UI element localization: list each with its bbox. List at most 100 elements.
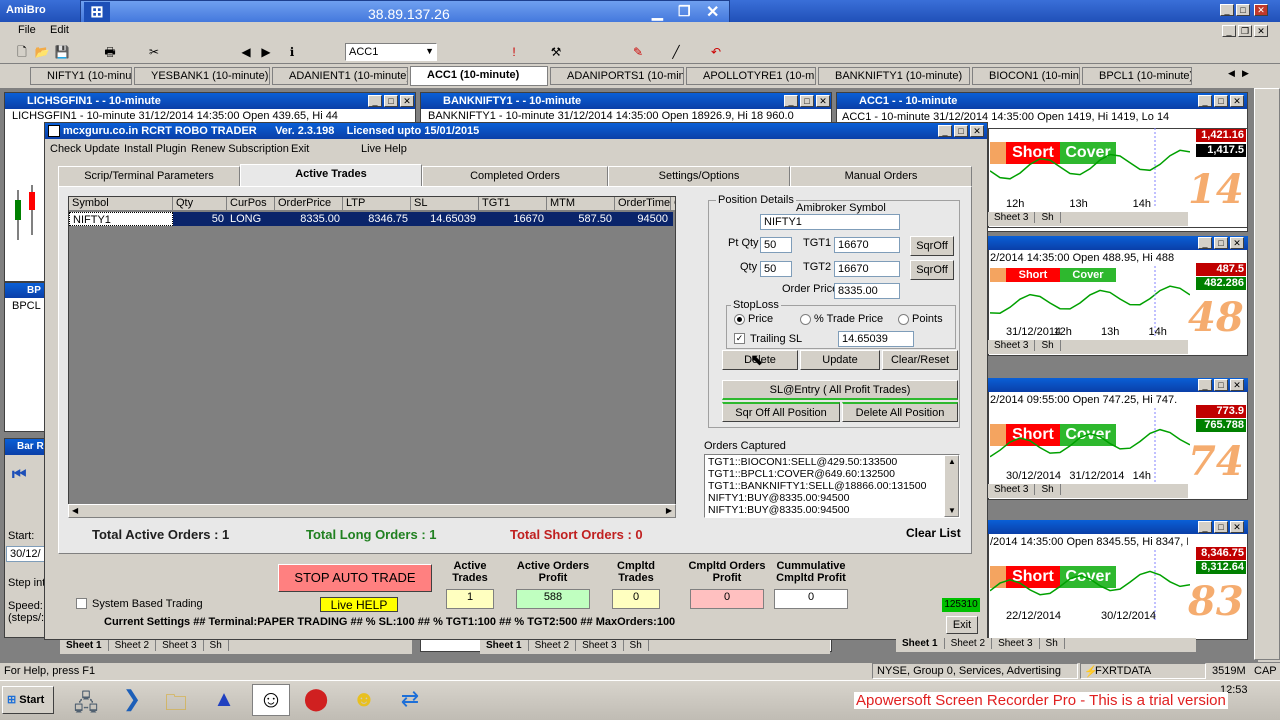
live-help-button[interactable]: Live HELP xyxy=(320,597,398,612)
sheet-tab[interactable]: Sh xyxy=(1035,484,1061,495)
doc-tab[interactable]: APOLLOTYRE1 (10-minute) xyxy=(686,67,816,85)
trailing-sl-checkbox[interactable]: ✓ xyxy=(734,333,745,344)
sheet-tab-2[interactable]: Sheet 2 xyxy=(528,640,577,651)
grid-column-header[interactable]: C xyxy=(671,197,675,211)
sheet-tab-4[interactable]: Sh xyxy=(203,640,229,651)
clear-reset-button[interactable]: Clear/Reset xyxy=(882,350,958,370)
acc-close-button[interactable]: ✕ xyxy=(1230,95,1244,107)
doc-tab[interactable]: ACC1 (10-minute) xyxy=(410,66,548,86)
doc-tab[interactable]: NIFTY1 (10-minute) xyxy=(30,67,132,85)
sheet-tab-4[interactable]: Sh xyxy=(623,640,649,651)
remote-close-icon[interactable]: ✕ xyxy=(706,2,719,22)
list-item[interactable]: NIFTY1:BUY@8335.00:94500 xyxy=(708,492,956,504)
sheet-tab-2[interactable]: Sheet 2 xyxy=(944,638,993,649)
line-icon[interactable]: ╱ xyxy=(668,44,684,60)
chart2-sheet-tabs[interactable]: Sheet 3 Sh xyxy=(988,340,1188,354)
tab-scroll-left-icon[interactable]: ◀ xyxy=(1228,68,1235,79)
acc-sheet-tabs[interactable]: Sheet 3 Sh xyxy=(988,212,1188,226)
sqroff-tgt2-button[interactable]: SqrOff xyxy=(910,260,954,280)
start-field[interactable]: 30/12/ xyxy=(6,546,46,562)
grid-column-header[interactable]: MTM xyxy=(547,197,615,211)
banknifty-close-button[interactable]: ✕ xyxy=(816,95,830,107)
tgt1-field[interactable]: 16670 xyxy=(834,237,900,253)
sl-points-radio[interactable] xyxy=(898,314,909,325)
tab-manual-orders[interactable]: Manual Orders xyxy=(790,166,972,186)
robo-maximize-button[interactable]: □ xyxy=(954,125,968,137)
menu-file[interactable]: File xyxy=(18,24,36,36)
scroll-up-icon[interactable]: ▲ xyxy=(948,457,956,466)
order-price-field[interactable]: 8335.00 xyxy=(834,283,900,299)
chart2-maximize-button[interactable]: □ xyxy=(1214,237,1228,249)
list-item[interactable]: NIFTY1:BUY@8335.00:94500 xyxy=(708,504,956,516)
list-item[interactable]: TGT1::BANKNIFTY1:SELL@18866.00:131500 xyxy=(708,480,956,492)
open-icon[interactable]: 📂 xyxy=(34,44,50,60)
list-item[interactable]: TGT1::BPCL1:COVER@649.60:132500 xyxy=(708,468,956,480)
lichsgfin-close-button[interactable]: ✕ xyxy=(400,95,414,107)
chart4-maximize-button[interactable]: □ xyxy=(1214,521,1228,533)
robo-menu-renew-subscription[interactable]: Renew Subscription xyxy=(191,143,289,155)
grid-column-header[interactable]: CurPos xyxy=(227,197,275,211)
scroll-right-icon[interactable]: ▶ xyxy=(666,506,672,515)
tab-settings-options[interactable]: Settings/Options xyxy=(608,166,790,186)
sheet-tab[interactable]: Sh xyxy=(1035,212,1061,223)
back-icon[interactable]: ◀ xyxy=(238,44,254,60)
sheet-tab-1[interactable]: Sheet 1 xyxy=(896,638,945,649)
bar-replay-title[interactable]: Bar R xyxy=(5,439,47,455)
sheet-tab[interactable]: Sheet 3 xyxy=(988,484,1036,495)
forward-icon[interactable]: ▶ xyxy=(258,44,274,60)
grid-column-header[interactable]: OrderPrice xyxy=(275,197,343,211)
sheet-tab[interactable]: Sheet 3 xyxy=(988,340,1036,351)
grid-horizontal-scrollbar[interactable]: ◀ ▶ xyxy=(68,504,676,518)
app-minimize-button[interactable]: _ xyxy=(1220,4,1234,16)
robo-close-button[interactable]: ✕ xyxy=(970,125,984,137)
chart3-minimize-button[interactable]: _ xyxy=(1198,379,1212,391)
grid-column-header[interactable]: Symbol xyxy=(69,197,173,211)
sl-trade-price-radio[interactable] xyxy=(800,314,811,325)
info-icon[interactable]: ℹ xyxy=(284,44,300,60)
pt-qty-field[interactable]: 50 xyxy=(760,237,792,253)
taskbar-app-emoji-icon[interactable]: ☻ xyxy=(348,686,380,714)
doc-tab[interactable]: YESBANK1 (10-minute) xyxy=(134,67,270,85)
banknifty-title[interactable]: BANKNIFTY1 - - 10-minute xyxy=(421,93,831,109)
chevron-down-icon[interactable]: ▼ xyxy=(425,46,434,56)
app-maximize-button[interactable]: □ xyxy=(1236,4,1250,16)
grid-column-header[interactable]: TGT1 xyxy=(479,197,547,211)
cut-icon[interactable]: ✂ xyxy=(146,44,162,60)
taskbar-app-teamviewer-icon[interactable]: ⇄ xyxy=(394,686,426,714)
grid-column-header[interactable]: OrderTime xyxy=(615,197,671,211)
doc-minimize-button[interactable]: _ xyxy=(1222,25,1236,37)
sheet-tab-2[interactable]: Sheet 2 xyxy=(108,640,157,651)
grid-column-header[interactable]: SL xyxy=(411,197,479,211)
trailing-sl-field[interactable]: 14.65039 xyxy=(838,331,914,347)
sheet-tab[interactable]: Sheet 3 xyxy=(988,212,1036,223)
robo-menu-exit[interactable]: Exit xyxy=(291,143,309,155)
doc-tab[interactable]: BANKNIFTY1 (10-minute) xyxy=(818,67,970,85)
banknifty-maximize-button[interactable]: □ xyxy=(800,95,814,107)
robo-menu-check-update[interactable]: Check Update xyxy=(50,143,120,155)
sheet-tab[interactable]: Sh xyxy=(1035,340,1061,351)
tgt2-field[interactable]: 16670 xyxy=(834,261,900,277)
banknifty-minimize-button[interactable]: _ xyxy=(784,95,798,107)
sl-price-radio[interactable] xyxy=(734,314,745,325)
taskbar-app-opera-icon[interactable]: ⬤ xyxy=(300,686,332,714)
taskbar-app-smiley-icon[interactable]: ☺ xyxy=(252,684,290,716)
orders-captured-list[interactable]: TGT1::BIOCON1:SELL@429.50:133500 TGT1::BP… xyxy=(704,454,960,518)
doc-tab[interactable]: ADANIPORTS1 (10-minute) xyxy=(550,67,684,85)
sqroff-tgt1-button[interactable]: SqrOff xyxy=(910,236,954,256)
sheet-tab-3[interactable]: Sheet 3 xyxy=(992,638,1040,649)
undo-icon[interactable]: ↶ xyxy=(708,44,724,60)
tab-scrip-terminal[interactable]: Scrip/Terminal Parameters xyxy=(58,166,240,186)
table-row[interactable]: NIFTY1 50 LONG 8335.00 8346.75 14.65039 16670 5… xyxy=(69,212,673,226)
taskbar-app-powershell-icon[interactable]: ❯ xyxy=(118,686,146,714)
grid-column-header[interactable]: LTP xyxy=(343,197,411,211)
sqroff-all-button[interactable]: Sqr Off All Position xyxy=(722,402,840,422)
taskbar-app-network-icon[interactable]: 🖧 xyxy=(72,686,100,715)
new-icon[interactable]: 🗋 xyxy=(14,44,30,60)
tab-active-trades[interactable]: Active Trades xyxy=(240,164,422,186)
print-icon[interactable]: 🖶 xyxy=(102,44,118,60)
lichsgfin-minimize-button[interactable]: _ xyxy=(368,95,382,107)
list-item[interactable]: TGT1::BIOCON1:SELL@429.50:133500 xyxy=(708,456,956,468)
banknifty-sheet-tabs[interactable]: Sheet 1 Sheet 2 Sheet 3 Sh xyxy=(480,640,830,654)
robo-menu-live-help[interactable]: Live Help xyxy=(361,143,407,155)
doc-tab[interactable]: ADANIENT1 (10-minute) xyxy=(272,67,408,85)
